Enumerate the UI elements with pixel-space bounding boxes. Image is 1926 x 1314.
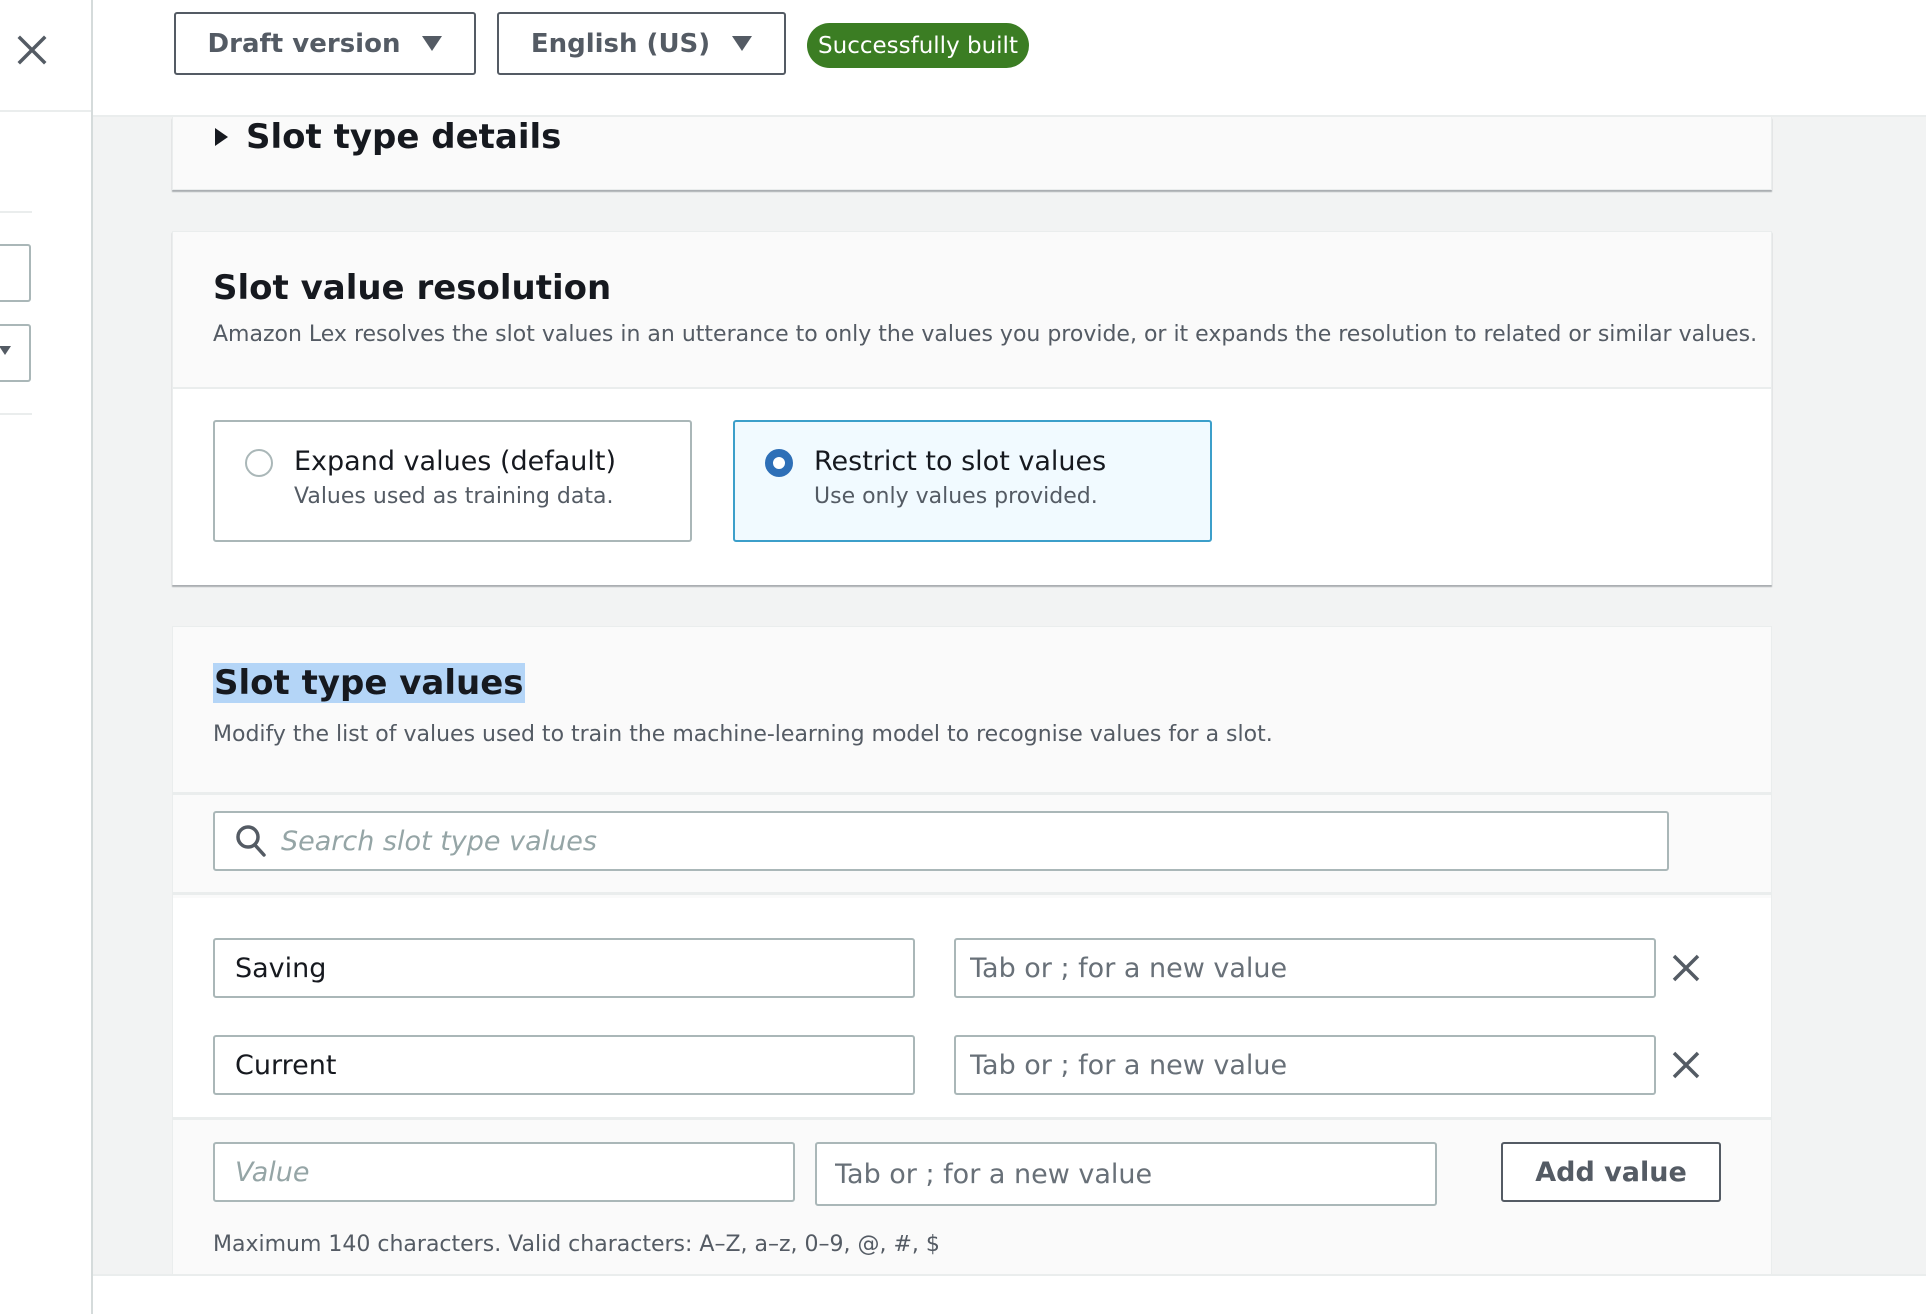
close-icon — [17, 35, 47, 65]
slot-value-input[interactable] — [213, 938, 915, 998]
side-panel — [0, 0, 93, 1314]
top-bar: Draft version English (US) Successfully … — [93, 0, 1926, 117]
section-description: Amazon Lex resolves the slot values in a… — [213, 322, 1758, 347]
caret-down-icon — [422, 36, 443, 51]
remove-value-button[interactable] — [1666, 1045, 1706, 1085]
section-title: Slot type details — [246, 117, 562, 157]
caret-right-icon — [215, 128, 228, 146]
option-description: Use only values provided. — [814, 484, 1098, 509]
remove-value-button[interactable] — [1666, 948, 1706, 988]
build-status-badge: Successfully built — [807, 23, 1029, 68]
add-value-button[interactable]: Add value — [1501, 1142, 1721, 1202]
option-label: Restrict to slot values — [814, 446, 1107, 477]
caret-down-icon — [0, 346, 11, 355]
footer-bar — [93, 1274, 1926, 1314]
slot-values-list — [173, 898, 1771, 1117]
close-icon — [1672, 1051, 1700, 1079]
sidebar-divider — [0, 413, 32, 415]
sidebar-divider — [0, 211, 32, 213]
slot-value-row — [173, 938, 1771, 998]
close-icon — [1672, 954, 1700, 982]
version-select[interactable]: Draft version — [174, 12, 476, 75]
resolution-options: Expand values (default) Values used as t… — [173, 389, 1771, 585]
language-select[interactable]: English (US) — [497, 12, 786, 75]
synonyms-input[interactable] — [954, 1035, 1656, 1095]
search-input[interactable] — [281, 825, 1631, 857]
search-icon — [236, 825, 266, 857]
radio-button-checked[interactable] — [765, 449, 793, 477]
section-title: Slot type values — [213, 663, 525, 703]
section-header: Slot value resolution Amazon Lex resolve… — [173, 232, 1771, 389]
slot-value-input[interactable] — [213, 1035, 915, 1095]
close-panel-button[interactable] — [14, 30, 50, 70]
slot-value-row — [173, 1035, 1771, 1095]
section-description: Modify the list of values used to train … — [213, 722, 1273, 747]
add-value-area: Add value Maximum 140 characters. Valid … — [173, 1117, 1771, 1275]
option-description: Values used as training data. — [294, 484, 614, 509]
restrict-values-option[interactable]: Restrict to slot values Use only values … — [733, 420, 1212, 542]
caret-down-icon — [732, 36, 753, 51]
section-title: Slot value resolution — [213, 268, 612, 308]
slot-value-resolution-section: Slot value resolution Amazon Lex resolve… — [172, 231, 1772, 585]
expand-values-option[interactable]: Expand values (default) Values used as t… — [213, 420, 692, 542]
slot-type-details-toggle[interactable]: Slot type details — [215, 117, 561, 157]
sidebar-select[interactable] — [0, 324, 31, 382]
radio-button-unchecked[interactable] — [245, 449, 273, 477]
slot-type-values-section: Slot type values Modify the list of valu… — [172, 626, 1772, 1275]
option-label: Expand values (default) — [294, 446, 617, 477]
version-select-label: Draft version — [207, 28, 401, 59]
sidebar-divider — [0, 110, 91, 112]
sidebar-input[interactable] — [0, 244, 31, 302]
new-synonyms-input[interactable] — [815, 1142, 1437, 1206]
constraint-text: Maximum 140 characters. Valid characters… — [213, 1232, 940, 1257]
language-select-label: English (US) — [530, 28, 711, 59]
slot-type-details-section: Slot type details — [172, 117, 1772, 190]
new-value-input[interactable] — [213, 1142, 795, 1202]
section-header: Slot type values Modify the list of valu… — [173, 627, 1771, 795]
search-row — [173, 795, 1771, 895]
synonyms-input[interactable] — [954, 938, 1656, 998]
search-field[interactable] — [213, 811, 1669, 871]
